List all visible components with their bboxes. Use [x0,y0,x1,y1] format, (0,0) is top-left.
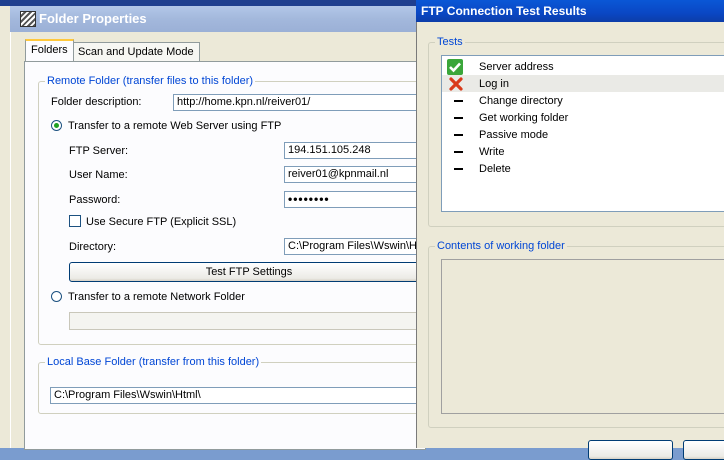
tests-list[interactable]: Server address Log in Change directory G… [441,55,724,212]
test-label: Change directory [479,95,563,107]
ftp-server-input[interactable]: 194.151.105.248 [284,142,424,159]
test-label: Delete [479,163,511,175]
directory-label: Directory: [69,241,117,253]
password-label: Password: [69,194,121,206]
ftp-option-label[interactable]: Transfer to a remote Web Server using FT… [68,120,281,132]
folder-description-label: Folder description: [51,96,142,108]
remote-folder-group-label: Remote Folder (transfer files to this fo… [45,75,256,87]
directory-input[interactable]: C:\Program Files\Wswin\H [284,238,424,255]
secure-ftp-checkbox[interactable] [69,215,81,227]
dash-icon [454,117,463,119]
network-folder-input[interactable] [69,312,425,330]
folder-description-input[interactable]: http://home.kpn.nl/reiver01/ [173,94,423,111]
test-label: Passive mode [479,129,549,141]
network-option-radio[interactable] [51,291,62,302]
test-ftp-settings-button[interactable]: Test FTP Settings [69,262,429,282]
ftp-server-label: FTP Server: [69,145,129,157]
test-row-log-in: Log in [442,75,724,92]
secure-ftp-label[interactable]: Use Secure FTP (Explicit SSL) [86,216,236,228]
test-label: Get working folder [479,112,569,124]
check-icon [447,59,463,75]
ftp-option-radio[interactable] [51,120,62,131]
ftp-test-title: FTP Connection Test Results [421,4,587,18]
cross-icon [448,76,464,92]
tab-folders[interactable]: Folders [25,39,74,61]
local-base-group-label: Local Base Folder (transfer from this fo… [45,356,262,368]
network-option-label[interactable]: Transfer to a remote Network Folder [68,291,245,303]
dash-icon [454,134,463,136]
user-name-label: User Name: [69,169,128,181]
test-row-change-directory: Change directory [442,92,724,109]
tab-scan-update-mode[interactable]: Scan and Update Mode [72,42,200,61]
test-label: Server address [479,61,554,73]
dialog-button-2[interactable] [683,440,724,460]
tests-group-label: Tests [435,36,465,48]
window-title: Folder Properties [39,11,147,26]
password-input[interactable]: •••••••• [284,191,424,208]
test-row-server-address: Server address [442,58,724,75]
user-name-input[interactable]: reiver01@kpnmail.nl [284,166,424,183]
dash-icon [454,100,463,102]
test-row-passive-mode: Passive mode [442,126,724,143]
dash-icon [454,151,463,153]
test-row-get-working-folder: Get working folder [442,109,724,126]
app-icon [20,11,36,27]
test-row-delete: Delete [442,160,724,177]
test-label: Log in [479,78,509,90]
dash-icon [454,168,463,170]
dialog-button-1[interactable] [588,440,673,460]
working-folder-contents[interactable] [441,259,724,414]
test-label: Write [479,146,505,158]
local-base-input[interactable]: C:\Program Files\Wswin\Html\ [50,387,425,404]
contents-group-label: Contents of working folder [435,240,567,252]
test-row-write: Write [442,143,724,160]
